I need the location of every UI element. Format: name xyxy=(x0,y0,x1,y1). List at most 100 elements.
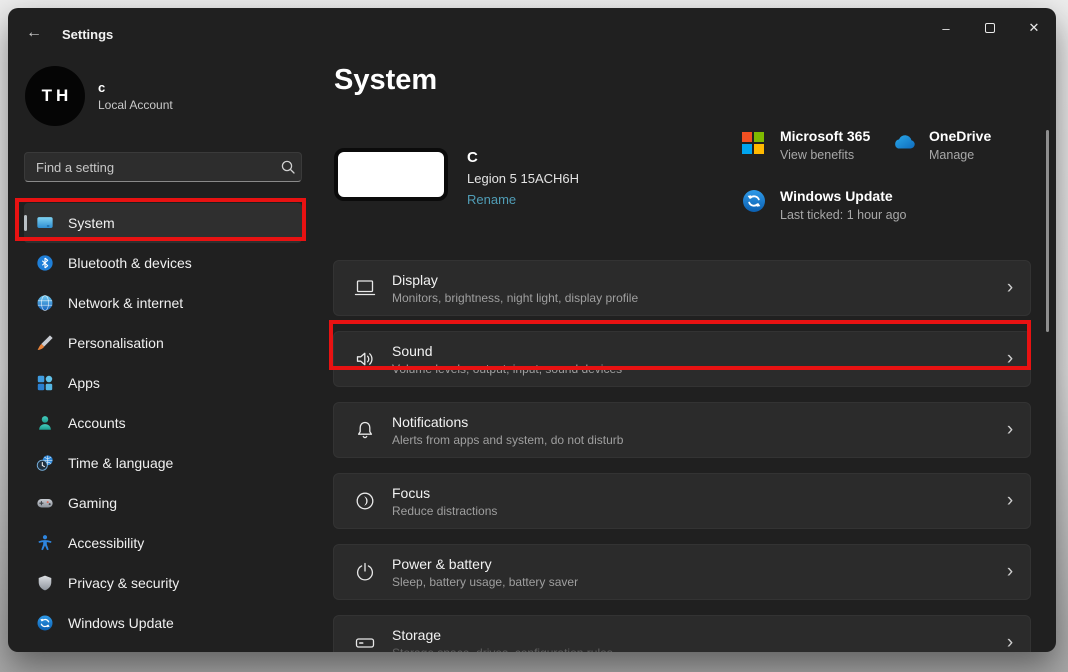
sidebar-item-label: Accessibility xyxy=(68,535,144,551)
device-image xyxy=(334,148,448,201)
window-controls: – ✕ xyxy=(924,8,1056,48)
sidebar-item-label: Time & language xyxy=(68,455,173,471)
promo-subtitle: Last ticked: 1 hour ago xyxy=(780,208,906,222)
row-title: Focus xyxy=(392,485,990,501)
system-icon xyxy=(36,214,54,232)
windows-update-icon xyxy=(742,189,766,213)
sidebar-item-label: Gaming xyxy=(68,495,117,511)
sidebar-item-label: Windows Update xyxy=(68,615,174,631)
time-language-icon xyxy=(36,454,54,472)
chevron-right-icon: › xyxy=(990,277,1030,299)
bluetooth-icon xyxy=(36,254,54,272)
settings-row-sound[interactable]: Sound Volume levels, output, input, soun… xyxy=(333,331,1031,387)
sidebar-item-time-language[interactable]: Time & language xyxy=(24,443,302,483)
close-icon: ✕ xyxy=(1029,20,1040,36)
row-title: Storage xyxy=(392,627,990,643)
row-subtitle: Monitors, brightness, night light, displ… xyxy=(392,291,990,305)
settings-row-storage[interactable]: Storage Storage space, drives, configura… xyxy=(333,615,1031,652)
search-box xyxy=(24,152,302,182)
device-info-block: C Legion 5 15ACH6H Rename xyxy=(334,148,579,207)
promo-title: Windows Update xyxy=(780,188,906,204)
maximize-button[interactable] xyxy=(968,8,1012,48)
sidebar-item-label: Apps xyxy=(68,375,100,391)
sidebar-item-label: Bluetooth & devices xyxy=(68,255,192,271)
notifications-icon xyxy=(353,418,377,442)
device-model: Legion 5 15ACH6H xyxy=(467,171,579,186)
promo-title: Microsoft 365 xyxy=(780,128,870,144)
storage-icon xyxy=(353,631,377,652)
user-account-block: TH c Local Account xyxy=(25,66,173,126)
maximize-icon xyxy=(985,23,995,33)
device-name: C xyxy=(467,149,579,166)
settings-row-focus[interactable]: Focus Reduce distractions › xyxy=(333,473,1031,529)
sidebar-item-label: Personalisation xyxy=(68,335,164,351)
gaming-icon xyxy=(36,494,54,512)
power-icon xyxy=(353,560,377,584)
row-title: Sound xyxy=(392,343,990,359)
settings-row-display[interactable]: Display Monitors, brightness, night ligh… xyxy=(333,260,1031,316)
row-title: Notifications xyxy=(392,414,990,430)
user-name: c xyxy=(98,80,173,95)
settings-row-notifications[interactable]: Notifications Alerts from apps and syste… xyxy=(333,402,1031,458)
windows-update-icon xyxy=(36,614,54,632)
chevron-right-icon: › xyxy=(990,561,1030,583)
sidebar-item-label: Accounts xyxy=(68,415,126,431)
sidebar-nav: System Bluetooth & devices Network & int… xyxy=(24,203,302,643)
row-subtitle: Storage space, drives, configuration rul… xyxy=(392,646,990,653)
settings-row-power-battery[interactable]: Power & battery Sleep, battery usage, ba… xyxy=(333,544,1031,600)
chevron-right-icon: › xyxy=(990,419,1030,441)
accessibility-icon xyxy=(36,534,54,552)
sidebar-item-gaming[interactable]: Gaming xyxy=(24,483,302,523)
sidebar-item-bluetooth-devices[interactable]: Bluetooth & devices xyxy=(24,243,302,283)
row-title: Display xyxy=(392,272,990,288)
chevron-right-icon: › xyxy=(990,348,1030,370)
sidebar-item-privacy-security[interactable]: Privacy & security xyxy=(24,563,302,603)
settings-window: ← Settings – ✕ TH c Local Account xyxy=(8,8,1056,652)
sidebar-item-windows-update[interactable]: Windows Update xyxy=(24,603,302,643)
network-icon xyxy=(36,294,54,312)
windows-update-card[interactable]: Windows Update Last ticked: 1 hour ago xyxy=(742,188,906,222)
row-subtitle: Sleep, battery usage, battery saver xyxy=(392,575,990,589)
chevron-right-icon: › xyxy=(990,632,1030,652)
selection-indicator xyxy=(24,215,27,231)
sidebar-item-label: System xyxy=(68,215,115,231)
sidebar: TH c Local Account System xyxy=(8,52,326,652)
row-subtitle: Alerts from apps and system, do not dist… xyxy=(392,433,990,447)
main-content: System C Legion 5 15ACH6H Rename Microso… xyxy=(333,52,1031,652)
minimize-icon: – xyxy=(942,21,949,36)
back-button[interactable]: ← xyxy=(22,24,46,44)
sidebar-item-apps[interactable]: Apps xyxy=(24,363,302,403)
minimize-button[interactable]: – xyxy=(924,8,968,48)
sidebar-item-system[interactable]: System xyxy=(24,203,302,243)
sidebar-item-accessibility[interactable]: Accessibility xyxy=(24,523,302,563)
sidebar-item-accounts[interactable]: Accounts xyxy=(24,403,302,443)
settings-rows: Display Monitors, brightness, night ligh… xyxy=(333,260,1031,652)
row-subtitle: Volume levels, output, input, sound devi… xyxy=(392,362,990,376)
titlebar: ← Settings – ✕ xyxy=(8,8,1056,52)
sound-icon xyxy=(353,347,377,371)
row-title: Power & battery xyxy=(392,556,990,572)
promo-subtitle: Manage xyxy=(929,148,991,162)
chevron-right-icon: › xyxy=(990,490,1030,512)
search-input[interactable] xyxy=(25,160,275,175)
onedrive-card[interactable]: OneDrive Manage xyxy=(891,128,991,162)
search-icon xyxy=(275,159,301,175)
sidebar-item-label: Privacy & security xyxy=(68,575,179,591)
personalisation-icon xyxy=(36,334,54,352)
app-title: Settings xyxy=(62,27,113,42)
sidebar-item-personalisation[interactable]: Personalisation xyxy=(24,323,302,363)
promo-subtitle: View benefits xyxy=(780,148,870,162)
microsoft-365-card[interactable]: Microsoft 365 View benefits xyxy=(742,128,870,162)
accounts-icon xyxy=(36,414,54,432)
rename-link[interactable]: Rename xyxy=(467,192,579,207)
privacy-security-icon xyxy=(36,574,54,592)
back-arrow-icon: ← xyxy=(26,24,42,41)
scrollbar-thumb[interactable] xyxy=(1046,130,1049,332)
apps-icon xyxy=(36,374,54,392)
page-title: System xyxy=(334,64,437,97)
focus-icon xyxy=(353,489,377,513)
sidebar-item-network-internet[interactable]: Network & internet xyxy=(24,283,302,323)
microsoft-365-logo xyxy=(742,129,766,153)
close-button[interactable]: ✕ xyxy=(1012,8,1056,48)
sidebar-item-label: Network & internet xyxy=(68,295,183,311)
